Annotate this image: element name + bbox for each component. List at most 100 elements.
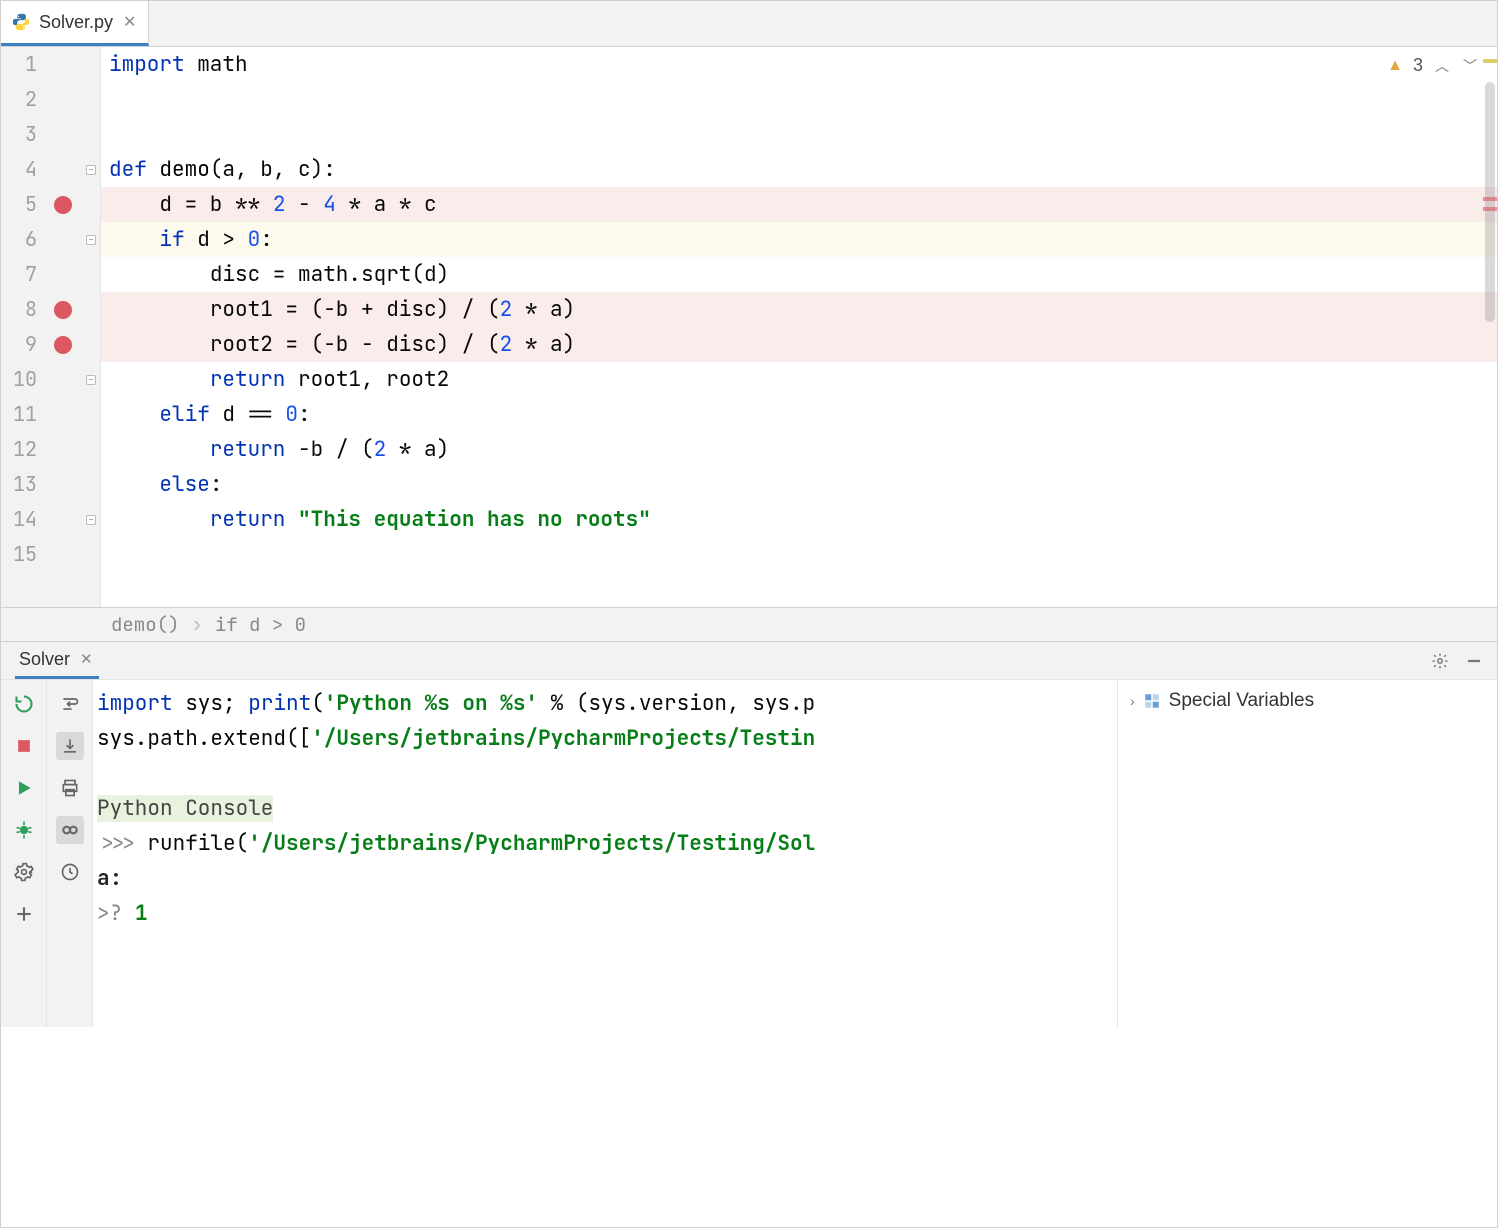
line-number[interactable]: 12 [7, 432, 37, 467]
run-icon[interactable] [10, 774, 38, 802]
history-icon[interactable] [56, 858, 84, 886]
code-line[interactable]: return "This equation has no roots" [101, 502, 1497, 537]
add-icon[interactable] [10, 900, 38, 928]
scrollbar[interactable] [1483, 47, 1497, 607]
line-number[interactable]: 5 [7, 187, 37, 222]
code-line[interactable]: elif d == 0: [101, 397, 1497, 432]
breakpoint-slot[interactable] [51, 432, 75, 467]
fold-slot[interactable] [84, 467, 98, 502]
scroll-to-end-icon[interactable] [56, 732, 84, 760]
rerun-icon[interactable] [10, 690, 38, 718]
breakpoint-slot[interactable] [51, 187, 75, 222]
breakpoint-slot[interactable] [51, 467, 75, 502]
tool-window-tab-solver[interactable]: Solver ✕ [15, 642, 99, 679]
fold-slot[interactable] [84, 292, 98, 327]
line-number[interactable]: 15 [7, 537, 37, 572]
breakpoint-icon[interactable] [54, 301, 72, 319]
line-number[interactable]: 2 [7, 82, 37, 117]
fold-slot[interactable] [84, 82, 98, 117]
breakpoint-slot[interactable] [51, 502, 75, 537]
line-number[interactable]: 13 [7, 467, 37, 502]
line-number[interactable]: 11 [7, 397, 37, 432]
breakpoint-icon[interactable] [54, 336, 72, 354]
next-highlight-icon[interactable]: ﹀ [1461, 56, 1479, 76]
print-icon[interactable] [56, 774, 84, 802]
variables-pane[interactable]: › Special Variables [1117, 680, 1497, 1027]
fold-toggle-icon[interactable]: − [86, 515, 96, 525]
code-line[interactable]: else: [101, 467, 1497, 502]
breakpoint-slot[interactable] [51, 222, 75, 257]
fold-slot[interactable] [84, 327, 98, 362]
fold-slot[interactable] [84, 117, 98, 152]
breakpoint-slot[interactable] [51, 537, 75, 572]
line-number[interactable]: 7 [7, 257, 37, 292]
code-line[interactable]: return root1, root2 [101, 362, 1497, 397]
fold-slot[interactable] [84, 537, 98, 572]
breakpoint-icon[interactable] [54, 196, 72, 214]
code-line[interactable]: d = b ** 2 - 4 * a * c [101, 187, 1497, 222]
debug-icon[interactable] [10, 816, 38, 844]
scrollbar-thumb[interactable] [1485, 82, 1495, 322]
line-number[interactable]: 9 [7, 327, 37, 362]
breakpoint-slot[interactable] [51, 327, 75, 362]
code-line[interactable] [101, 117, 1497, 152]
line-number[interactable]: 8 [7, 292, 37, 327]
breakpoint-slot[interactable] [51, 82, 75, 117]
close-tab-icon[interactable]: ✕ [121, 12, 138, 32]
code-line[interactable] [101, 82, 1497, 117]
fold-slot[interactable]: − [84, 152, 98, 187]
fold-slot[interactable] [84, 397, 98, 432]
settings-icon[interactable] [10, 858, 38, 886]
line-number[interactable]: 4 [7, 152, 37, 187]
marker-stripe[interactable] [1483, 197, 1497, 201]
fold-slot[interactable] [84, 187, 98, 222]
inspection-widget[interactable]: ▲ 3 ︿ ﹀ [1387, 55, 1479, 76]
breakpoint-slot[interactable] [51, 362, 75, 397]
fold-toggle-icon[interactable]: − [86, 235, 96, 245]
variables-node-special[interactable]: › Special Variables [1130, 690, 1485, 712]
breadcrumb-item[interactable]: demo() [111, 612, 179, 637]
show-variables-icon[interactable] [56, 816, 84, 844]
fold-slot[interactable]: − [84, 502, 98, 537]
code-line[interactable]: root1 = (-b + disc) / (2 * a) [101, 292, 1497, 327]
fold-slot[interactable] [84, 47, 98, 82]
line-number[interactable]: 3 [7, 117, 37, 152]
marker-stripe[interactable] [1483, 207, 1497, 211]
breadcrumb[interactable]: demo() › if d > 0 [1, 607, 1497, 641]
code-line[interactable]: if d > 0: [101, 222, 1497, 257]
code-line[interactable]: def demo(a, b, c): [101, 152, 1497, 187]
code-line[interactable]: disc = math.sqrt(d) [101, 257, 1497, 292]
console-output[interactable]: import sys; print('Python %s on %s' % (s… [93, 680, 1117, 1027]
line-number[interactable]: 10 [7, 362, 37, 397]
gutter[interactable]: 123456789101112131415 −−−− [1, 47, 101, 607]
prev-highlight-icon[interactable]: ︿ [1433, 56, 1451, 76]
line-number[interactable]: 6 [7, 222, 37, 257]
close-tool-tab-icon[interactable]: ✕ [78, 650, 95, 668]
line-number[interactable]: 14 [7, 502, 37, 537]
code-line[interactable]: root2 = (-b - disc) / (2 * a) [101, 327, 1497, 362]
breakpoint-slot[interactable] [51, 292, 75, 327]
minimize-icon[interactable] [1465, 652, 1483, 670]
breakpoint-slot[interactable] [51, 117, 75, 152]
code-line[interactable] [101, 537, 1497, 572]
code-area[interactable]: ▲ 3 ︿ ﹀ import math def demo(a, b, c): d … [101, 47, 1497, 607]
fold-slot[interactable] [84, 257, 98, 292]
breakpoint-slot[interactable] [51, 397, 75, 432]
fold-slot[interactable] [84, 432, 98, 467]
fold-slot[interactable]: − [84, 362, 98, 397]
file-tab-solver[interactable]: Solver.py ✕ [1, 1, 149, 46]
fold-slot[interactable]: − [84, 222, 98, 257]
code-line[interactable]: import math [101, 47, 1497, 82]
code-line[interactable]: return -b / (2 * a) [101, 432, 1497, 467]
fold-toggle-icon[interactable]: − [86, 375, 96, 385]
gear-icon[interactable] [1431, 652, 1449, 670]
fold-toggle-icon[interactable]: − [86, 165, 96, 175]
breakpoint-slot[interactable] [51, 47, 75, 82]
marker-stripe[interactable] [1483, 59, 1497, 63]
breakpoint-slot[interactable] [51, 152, 75, 187]
breakpoint-slot[interactable] [51, 257, 75, 292]
line-number[interactable]: 1 [7, 47, 37, 82]
soft-wrap-icon[interactable] [56, 690, 84, 718]
stop-icon[interactable] [10, 732, 38, 760]
breadcrumb-item[interactable]: if d > 0 [215, 612, 306, 637]
